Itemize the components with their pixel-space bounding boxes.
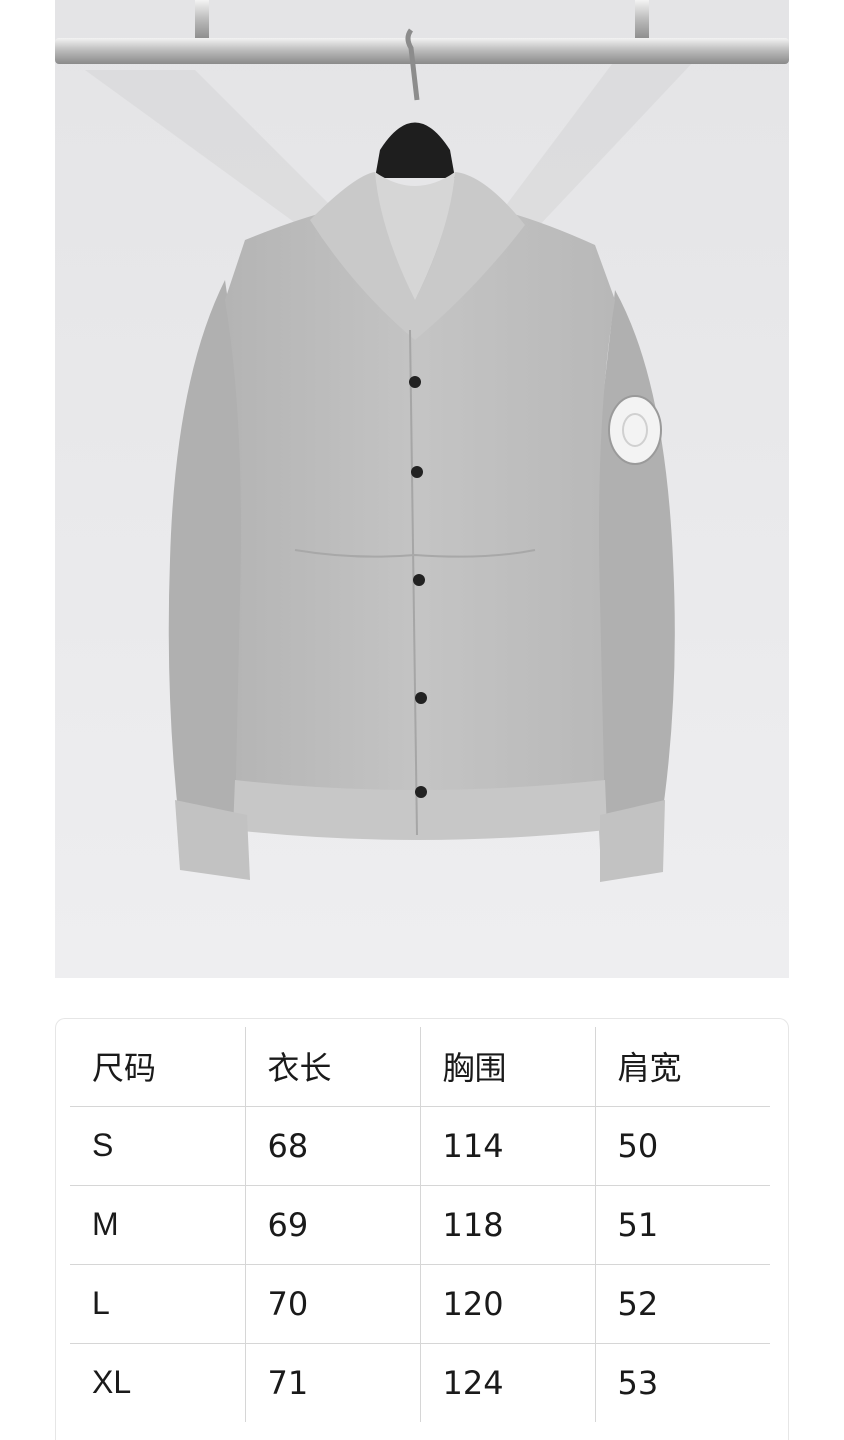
- shoulder-cell: 52: [594, 1263, 770, 1344]
- table-row: S 68 114 50: [70, 1105, 770, 1186]
- shoulder-cell: 51: [594, 1184, 770, 1265]
- snap-button: [415, 692, 427, 704]
- chest-cell: 124: [419, 1342, 596, 1422]
- rail-post-right: [635, 0, 649, 40]
- rail-post-left: [195, 0, 209, 40]
- length-cell: 70: [244, 1263, 421, 1344]
- snap-button: [409, 376, 421, 388]
- header-shoulder: 肩宽: [594, 1027, 770, 1107]
- sleeve-patch-logo: [608, 395, 662, 465]
- header-chest: 胸围: [419, 1027, 596, 1107]
- size-cell: M: [70, 1184, 246, 1265]
- length-cell: 69: [244, 1184, 421, 1265]
- shoulder-cell: 53: [594, 1342, 770, 1422]
- shoulder-cell: 50: [594, 1105, 770, 1186]
- snap-button: [413, 574, 425, 586]
- jacket-illustration: [55, 0, 789, 978]
- chest-cell: 118: [419, 1184, 596, 1265]
- snap-button: [411, 466, 423, 478]
- clothes-rail: [55, 38, 789, 64]
- length-cell: 71: [244, 1342, 421, 1422]
- header-length: 衣长: [244, 1027, 421, 1107]
- size-chart-table: 尺码 衣长 胸围 肩宽 S 68 114 50 M 69 118 51 L 70…: [70, 1027, 770, 1422]
- table-row: L 70 120 52: [70, 1263, 770, 1344]
- size-cell: S: [70, 1105, 246, 1186]
- length-cell: 68: [244, 1105, 421, 1186]
- table-row: XL 71 124 53: [70, 1342, 770, 1422]
- product-photo: [55, 0, 789, 978]
- size-cell: XL: [70, 1342, 246, 1422]
- table-header-row: 尺码 衣长 胸围 肩宽: [70, 1027, 770, 1107]
- chest-cell: 120: [419, 1263, 596, 1344]
- snap-button: [415, 786, 427, 798]
- table-row: M 69 118 51: [70, 1184, 770, 1265]
- product-page: 尺码 衣长 胸围 肩宽 S 68 114 50 M 69 118 51 L 70…: [0, 0, 844, 1440]
- size-cell: L: [70, 1263, 246, 1344]
- header-size: 尺码: [70, 1027, 246, 1107]
- size-chart-card: 尺码 衣长 胸围 肩宽 S 68 114 50 M 69 118 51 L 70…: [55, 1018, 789, 1440]
- chest-cell: 114: [419, 1105, 596, 1186]
